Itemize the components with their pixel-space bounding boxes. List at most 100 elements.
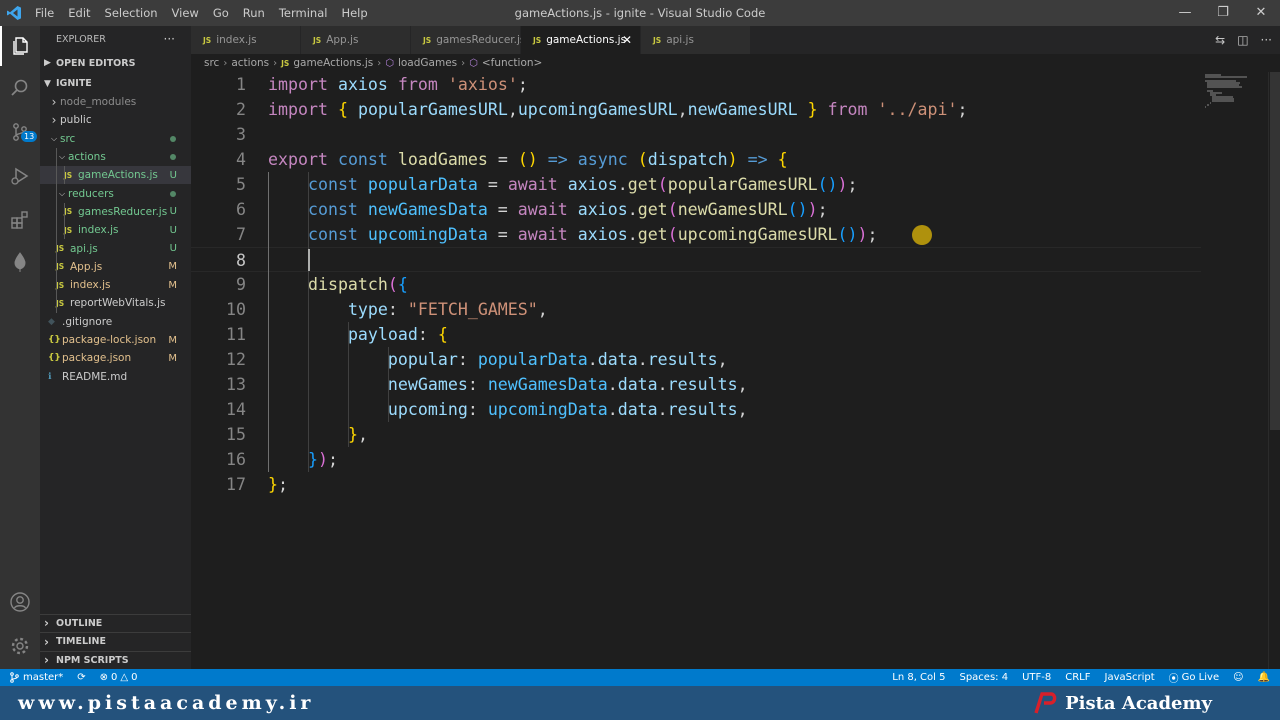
code-line[interactable]: 9 dispatch({ — [191, 272, 1201, 297]
minimap[interactable] — [1203, 72, 1268, 669]
code-token: await — [517, 225, 568, 244]
code-token: } — [807, 100, 818, 119]
project-section[interactable]: ▼ IGNITE — [40, 74, 191, 93]
tree-file[interactable]: JS index.js M — [40, 275, 191, 295]
menu-selection[interactable]: Selection — [98, 0, 165, 26]
git-changes-dot — [170, 135, 176, 142]
problems-indicator[interactable]: ⊗ 0 △ 0 — [100, 672, 138, 683]
minimize-icon[interactable]: — — [1166, 0, 1204, 26]
open-editors-section[interactable]: ▶ OPEN EDITORS — [40, 52, 191, 74]
feedback-icon[interactable]: ☺ — [1233, 672, 1243, 683]
code-line[interactable]: 17}; — [191, 472, 1201, 497]
indentation[interactable]: Spaces: 4 — [959, 672, 1008, 683]
breadcrumb-item[interactable]: loadGames — [398, 57, 457, 69]
menu-help[interactable]: Help — [334, 0, 374, 26]
code-editor[interactable]: 1 import axios from 'axios'; 2 import { pop… — [191, 72, 1268, 669]
tree-folder[interactable]: ⌵ src — [40, 130, 191, 148]
more-actions-icon[interactable]: ··· — [1261, 33, 1272, 47]
code-line[interactable]: 2 import { popularGamesURL,upcomingGamesU… — [191, 97, 1201, 122]
tab-api-js[interactable]: JS api.js — [641, 26, 751, 54]
tree-item-label: README.md — [62, 370, 128, 383]
tab-gameactions-js[interactable]: JS gameActions.js ✕ — [521, 26, 641, 54]
tree-file[interactable]: JS gamesReducer.js U — [40, 202, 191, 222]
outline-section[interactable]: › OUTLINE — [40, 613, 191, 633]
open-changes-icon[interactable]: ⇆ — [1215, 33, 1225, 47]
menu-go[interactable]: Go — [206, 0, 236, 26]
close-tab-icon[interactable]: ✕ — [622, 33, 632, 47]
tree-file[interactable]: ℹ README.md — [40, 367, 191, 385]
manage-gear-icon[interactable] — [0, 626, 40, 666]
menu-edit[interactable]: Edit — [61, 0, 97, 26]
js-file-icon: JS — [533, 35, 542, 45]
code-line[interactable]: 8 — [191, 247, 1201, 272]
tab-app-js[interactable]: JS App.js — [301, 26, 411, 54]
indent-guide — [56, 147, 57, 167]
tab-gamesreducer-js[interactable]: JS gamesReducer.js — [411, 26, 525, 54]
code-line[interactable]: 15 }, — [191, 422, 1201, 447]
line-number: 3 — [236, 125, 246, 144]
go-live-button[interactable]: ⦿ Go Live — [1169, 670, 1219, 685]
cursor-position[interactable]: Ln 8, Col 5 — [892, 672, 945, 683]
tree-file[interactable]: {} package.json M — [40, 349, 191, 367]
timeline-section[interactable]: › TIMELINE — [40, 632, 191, 651]
code-line[interactable]: 4 export const loadGames = () => async (d… — [191, 147, 1201, 172]
tree-file[interactable]: JS index.js U — [40, 221, 191, 240]
breadcrumb-item[interactable]: actions — [231, 57, 269, 69]
vertical-scrollbar[interactable] — [1268, 72, 1280, 669]
code-line[interactable]: 12 popular: popularData.data.results, — [191, 347, 1201, 372]
tree-file[interactable]: JS gameActions.js U — [40, 166, 191, 185]
language-mode[interactable]: JavaScript — [1105, 672, 1155, 683]
indent-guide — [56, 166, 57, 185]
tree-folder[interactable]: ⌵ actions — [40, 147, 191, 167]
tree-folder[interactable]: › public — [40, 111, 191, 129]
menu-run[interactable]: Run — [236, 0, 272, 26]
notifications-icon[interactable]: 🔔 — [1258, 672, 1270, 683]
code-line[interactable]: 14 upcoming: upcomingData.data.results, — [191, 397, 1201, 422]
breadcrumb-item[interactable]: src — [204, 57, 219, 69]
menu-file[interactable]: File — [28, 0, 61, 26]
accounts-icon[interactable] — [0, 582, 40, 622]
tab-index-js[interactable]: JS index.js — [191, 26, 301, 54]
tree-file[interactable]: JS reportWebVitals.js — [40, 294, 191, 313]
more-actions-icon[interactable]: ··· — [164, 32, 175, 46]
code-line[interactable]: 1 import axios from 'axios'; — [191, 72, 1201, 97]
explorer-icon[interactable] — [0, 26, 40, 66]
restore-icon[interactable]: ❐ — [1204, 0, 1242, 26]
close-window-icon[interactable]: ✕ — [1242, 0, 1280, 26]
line-number: 5 — [236, 175, 246, 194]
tree-folder[interactable]: ⌵ reducers — [40, 184, 191, 203]
code-token: upcoming — [387, 400, 468, 419]
code-line[interactable]: 16 }); — [191, 447, 1201, 472]
search-icon[interactable] — [0, 68, 40, 108]
sync-icon[interactable]: ⟳ — [77, 672, 85, 683]
tree-file[interactable]: JS api.js U — [40, 239, 191, 258]
tree-folder[interactable]: › node_modules — [40, 93, 191, 111]
tree-file[interactable]: JS App.js M — [40, 257, 191, 276]
source-control-icon[interactable]: 13 — [0, 112, 40, 152]
extensions-icon[interactable] — [0, 200, 40, 240]
tree-item-label: package.json — [62, 352, 132, 365]
menu-view[interactable]: View — [165, 0, 206, 26]
breadcrumb-item[interactable]: gameActions.js — [293, 57, 373, 69]
run-debug-icon[interactable] — [0, 156, 40, 196]
scrollbar-thumb[interactable] — [1270, 72, 1280, 430]
mongodb-icon[interactable] — [0, 242, 40, 282]
code-token: const — [307, 200, 358, 219]
code-line[interactable]: 13 newGames: newGamesData.data.results, — [191, 372, 1201, 397]
tree-file[interactable]: ◆ .gitignore — [40, 313, 191, 331]
branch-indicator[interactable]: master* — [10, 672, 63, 683]
breadcrumb-item[interactable]: <function> — [482, 57, 543, 69]
menu-terminal[interactable]: Terminal — [272, 0, 335, 26]
code-line[interactable]: 6 const newGamesData = await axios.get(n… — [191, 197, 1201, 222]
code-line[interactable]: 3 — [191, 122, 1201, 147]
code-line[interactable]: 5 const popularData = await axios.get(po… — [191, 172, 1201, 197]
encoding[interactable]: UTF-8 — [1022, 672, 1051, 683]
npm-scripts-section[interactable]: › NPM SCRIPTS — [40, 650, 191, 670]
code-line[interactable]: 10 type: "FETCH_GAMES", — [191, 297, 1201, 322]
end-of-line[interactable]: CRLF — [1065, 672, 1090, 683]
tree-file[interactable]: {} package-lock.json M — [40, 331, 191, 349]
code-line[interactable]: 7 const upcomingData = await axios.get(u… — [191, 222, 1201, 247]
split-editor-icon[interactable]: ◫ — [1237, 33, 1248, 47]
code-line[interactable]: 11 payload: { — [191, 322, 1201, 347]
